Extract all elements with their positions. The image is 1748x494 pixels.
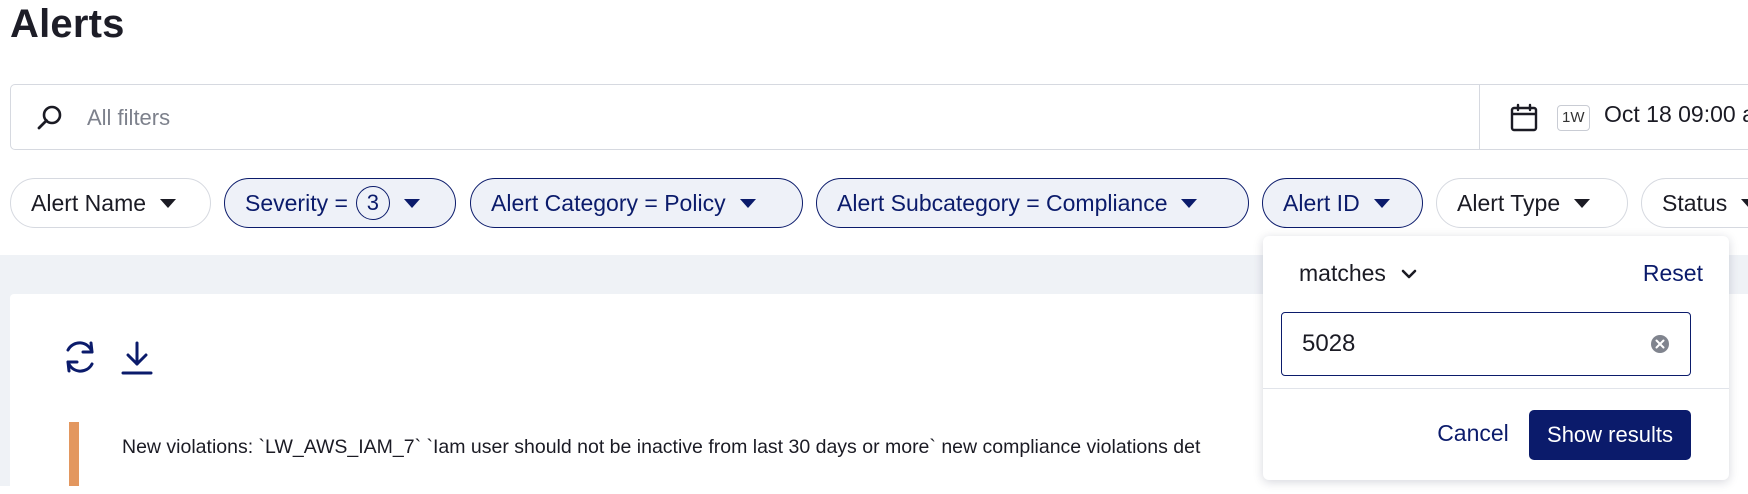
- alert-id-filter-dropdown: matches Reset Cancel Show results: [1263, 236, 1729, 480]
- caret-down-icon: [1373, 198, 1390, 208]
- filter-chip-alert-category[interactable]: Alert Category = Policy: [470, 178, 803, 228]
- alert-row-text[interactable]: New violations: `LW_AWS_IAM_7` `Iam user…: [122, 436, 1200, 459]
- page-title: Alerts: [10, 2, 125, 46]
- date-range-picker[interactable]: 1W Oct 18 09:00 a: [1479, 85, 1748, 149]
- filter-chip-alert-id[interactable]: Alert ID: [1262, 178, 1423, 228]
- caret-down-icon: [739, 198, 756, 208]
- filter-chip-status[interactable]: Status: [1641, 178, 1748, 228]
- filter-chip-alert-subcategory[interactable]: Alert Subcategory = Compliance: [816, 178, 1249, 228]
- filter-chip-label: Alert Type: [1457, 189, 1561, 216]
- filter-chip-label: Alert Name: [31, 189, 147, 216]
- caret-down-icon: [403, 198, 420, 208]
- time-range-badge[interactable]: 1W: [1557, 105, 1590, 131]
- filter-chip-label: Status: [1662, 189, 1728, 216]
- severity-count-badge: 3: [355, 186, 390, 220]
- date-range-text[interactable]: Oct 18 09:00 a: [1604, 101, 1748, 128]
- search-icon: [37, 105, 62, 130]
- filter-chip-label: Alert Category = Policy: [491, 189, 726, 216]
- calendar-icon: [1510, 103, 1538, 132]
- chevron-down-icon: [1401, 269, 1417, 278]
- alert-id-value-input[interactable]: [1281, 312, 1691, 376]
- show-results-button[interactable]: Show results: [1529, 410, 1691, 460]
- clear-icon[interactable]: [1650, 334, 1670, 354]
- refresh-icon[interactable]: [62, 338, 98, 376]
- caret-down-icon: [160, 198, 177, 208]
- filter-chip-label: Severity =: [245, 189, 348, 216]
- filter-chip-alert-type[interactable]: Alert Type: [1436, 178, 1628, 228]
- filter-chip-alert-name[interactable]: Alert Name: [10, 178, 211, 228]
- filter-chip-severity[interactable]: Severity = 3: [224, 178, 456, 228]
- caret-down-icon: [1181, 198, 1198, 208]
- operator-label: matches: [1299, 260, 1386, 286]
- download-icon[interactable]: [120, 340, 154, 376]
- filter-chip-label: Alert ID: [1283, 189, 1360, 216]
- severity-indicator: [69, 422, 79, 486]
- operator-select[interactable]: matches: [1299, 260, 1420, 287]
- panel-divider: [1263, 388, 1729, 389]
- search-input[interactable]: [85, 99, 1389, 137]
- caret-down-icon: [1574, 198, 1591, 208]
- reset-button[interactable]: Reset: [1643, 260, 1703, 287]
- filter-search-bar[interactable]: 1W Oct 18 09:00 a: [10, 84, 1748, 150]
- cancel-button[interactable]: Cancel: [1413, 408, 1533, 458]
- filter-chip-label: Alert Subcategory = Compliance: [837, 189, 1168, 216]
- caret-down-icon: [1741, 198, 1748, 208]
